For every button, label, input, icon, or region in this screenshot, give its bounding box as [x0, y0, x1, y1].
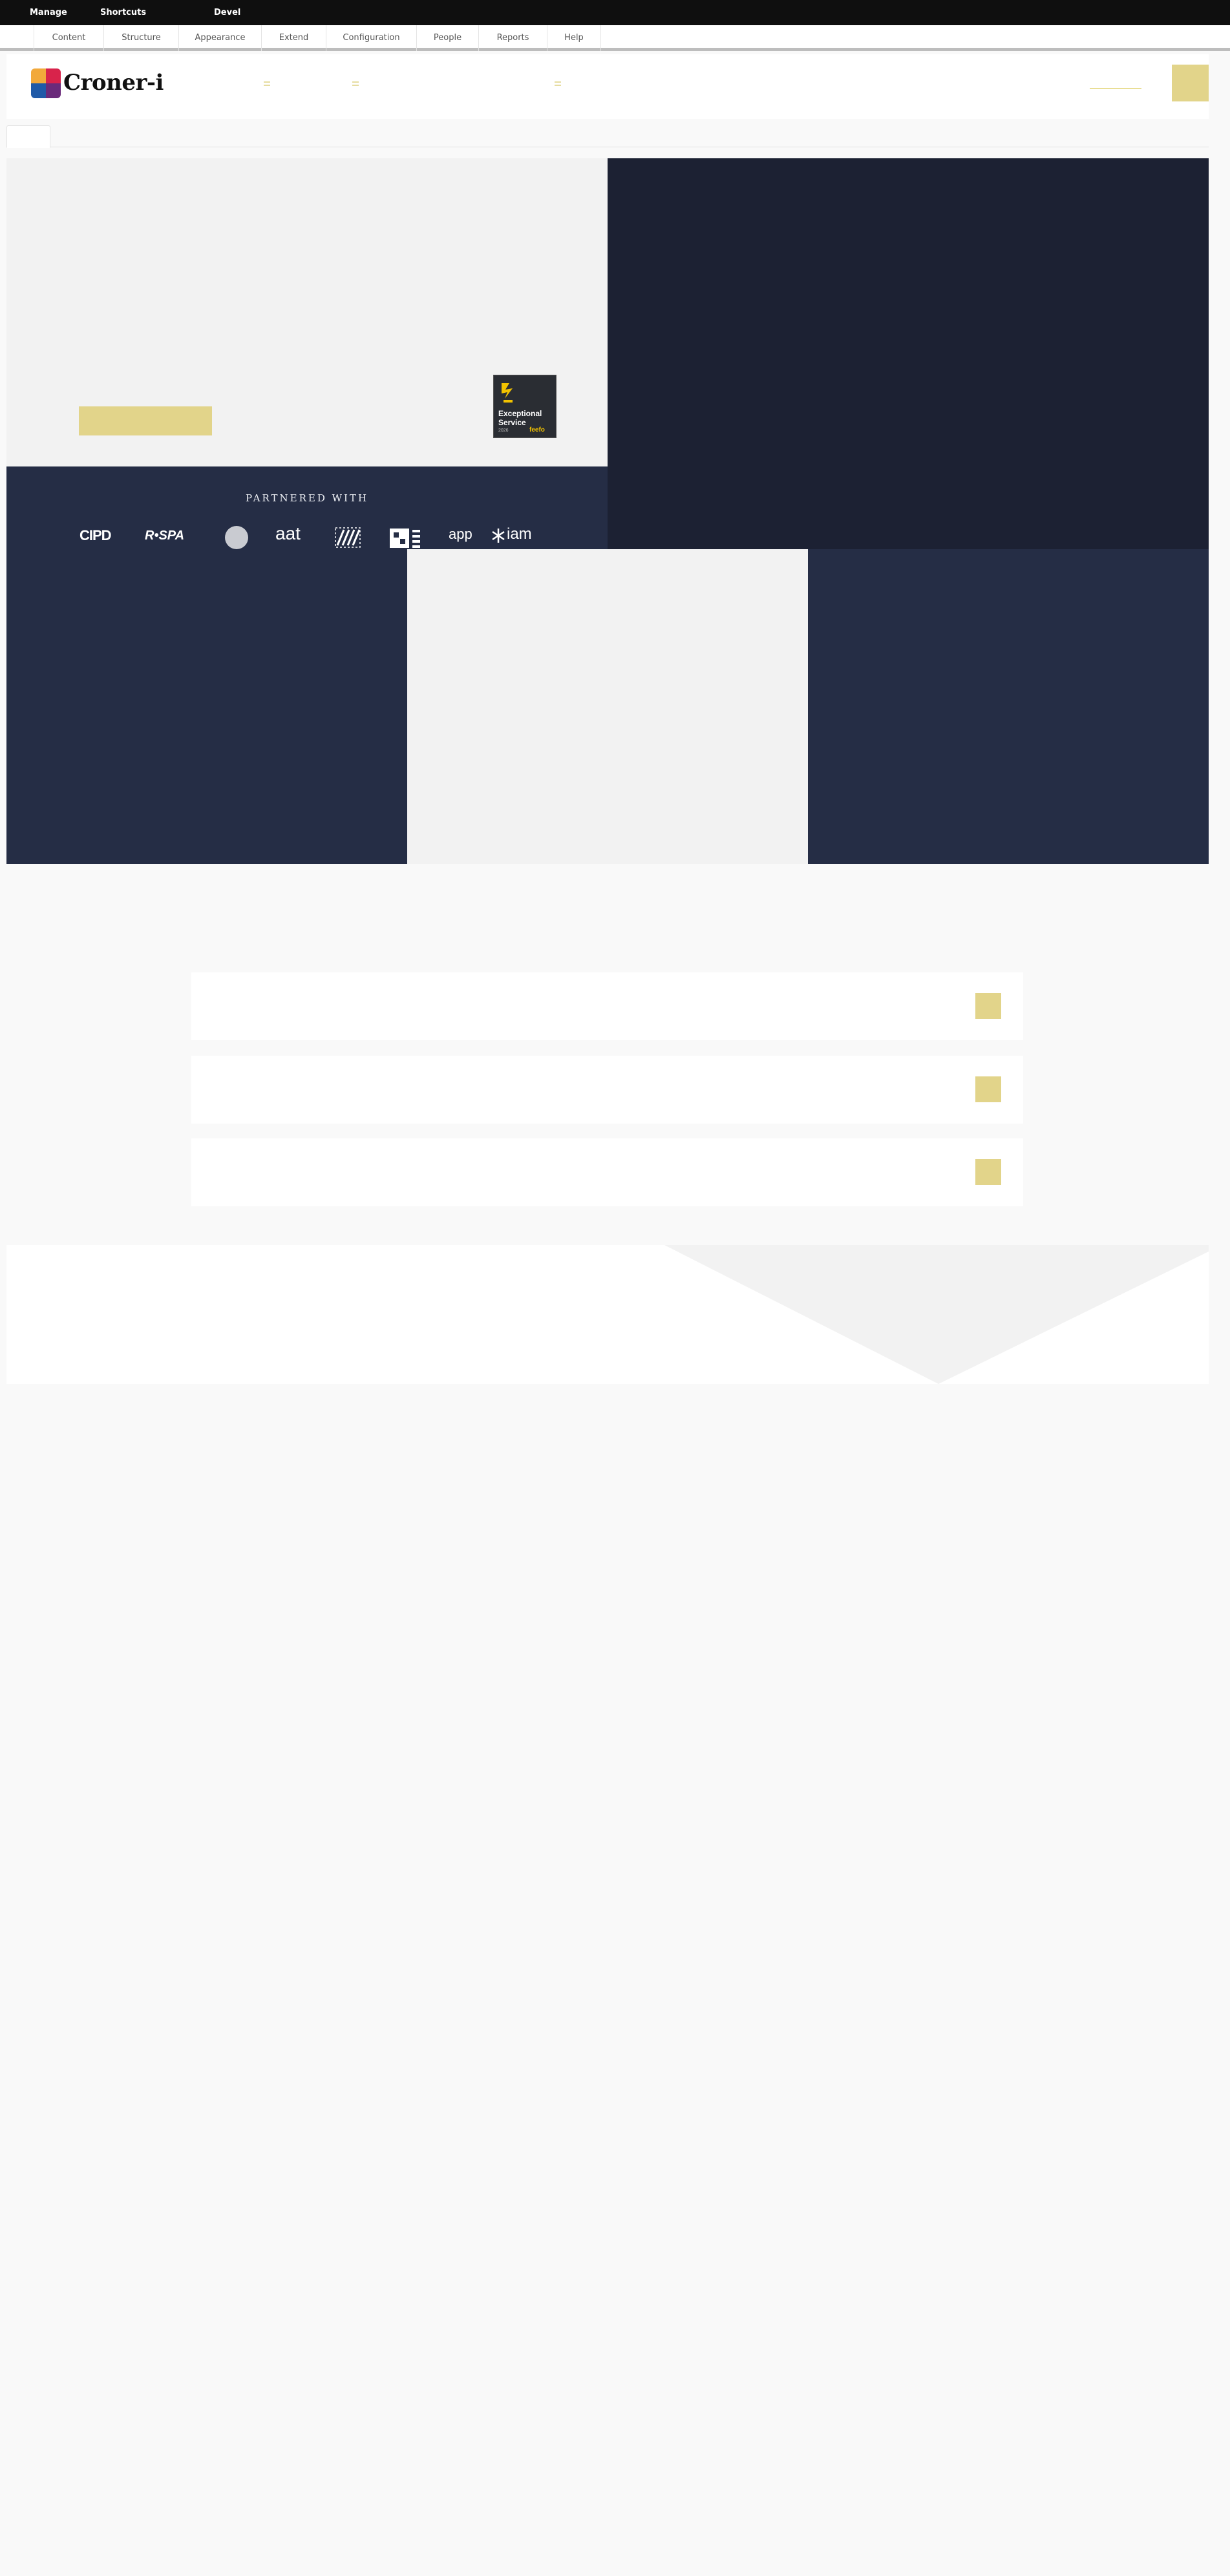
- nav-menu-icon[interactable]: [264, 80, 270, 88]
- faq-expand-icon[interactable]: [975, 1159, 1001, 1185]
- partners-title: PARTNERED WITH: [245, 492, 369, 504]
- faq-section: [6, 864, 1209, 1245]
- header-cta-button[interactable]: [1172, 65, 1209, 101]
- faq-expand-icon[interactable]: [975, 1076, 1001, 1102]
- tab-view[interactable]: [6, 125, 50, 148]
- hero-cta-button[interactable]: [79, 406, 212, 435]
- faq-item[interactable]: [191, 972, 1023, 1040]
- tray-item-appearance[interactable]: Appearance: [178, 25, 261, 51]
- faq-item[interactable]: [191, 1138, 1023, 1206]
- feefo-exceptional-service-badge: Exceptional Service 2026 feefo: [493, 375, 557, 438]
- feature-blocks: [6, 549, 1209, 864]
- tray-item-people[interactable]: People: [416, 25, 478, 51]
- site-logo-text: Croner-i: [63, 70, 164, 96]
- toolbar-devel-tab[interactable]: Devel: [214, 0, 240, 25]
- partner-logo-stripes-icon: [335, 527, 361, 548]
- toolbar-shortcuts-tab[interactable]: Shortcuts: [100, 0, 146, 25]
- hero-image-panel: [608, 158, 1209, 549]
- toolbar-manage-tab[interactable]: Manage: [30, 0, 67, 25]
- badge-year: 2026: [498, 428, 509, 433]
- partner-logo-cipd: CIPD: [80, 527, 112, 543]
- header-link[interactable]: [1090, 88, 1141, 89]
- toolbar-tray: Content Structure Appearance Extend Conf…: [0, 25, 1230, 51]
- tray-item-configuration[interactable]: Configuration: [326, 25, 416, 51]
- bottom-band: [6, 1245, 1209, 1384]
- tray-item-extend[interactable]: Extend: [261, 25, 326, 51]
- badge-title-line2: Service: [498, 418, 526, 427]
- partner-logo-iam-icon: [492, 529, 505, 543]
- badge-brand: feefo: [529, 426, 545, 434]
- feefo-trophy-icon: [502, 383, 513, 403]
- partner-logo-app: app: [449, 526, 472, 542]
- partner-logo-rospa: R•SPA: [145, 529, 185, 543]
- feature-block-centre: [407, 549, 808, 864]
- croner-logo-mark-icon: [31, 68, 61, 98]
- partner-logo-aat: aat: [275, 523, 301, 543]
- tray-item-reports[interactable]: Reports: [478, 25, 547, 51]
- tray-item-structure[interactable]: Structure: [103, 25, 178, 51]
- tray-item-content[interactable]: Content: [34, 25, 103, 51]
- partner-logo-roundel-icon: [225, 526, 248, 549]
- faq-item[interactable]: [191, 1056, 1023, 1124]
- site-header: Croner-i: [6, 54, 1209, 119]
- nav-menu-icon[interactable]: [352, 80, 359, 88]
- partners-strip: PARTNERED WITH CIPD R•SPA aat app iam: [6, 466, 608, 549]
- chevron-shape: [664, 1245, 1209, 1384]
- admin-toolbar: Manage Shortcuts Devel: [0, 0, 1230, 25]
- badge-title-line1: Exceptional: [498, 409, 542, 418]
- local-tasks-tabs: [6, 125, 1209, 148]
- faq-expand-icon[interactable]: [975, 993, 1001, 1019]
- partner-logo-iso-icon: [390, 529, 420, 548]
- partner-logo-iam: iam: [507, 525, 532, 543]
- nav-menu-icon[interactable]: [555, 80, 561, 88]
- tray-item-help[interactable]: Help: [547, 25, 601, 51]
